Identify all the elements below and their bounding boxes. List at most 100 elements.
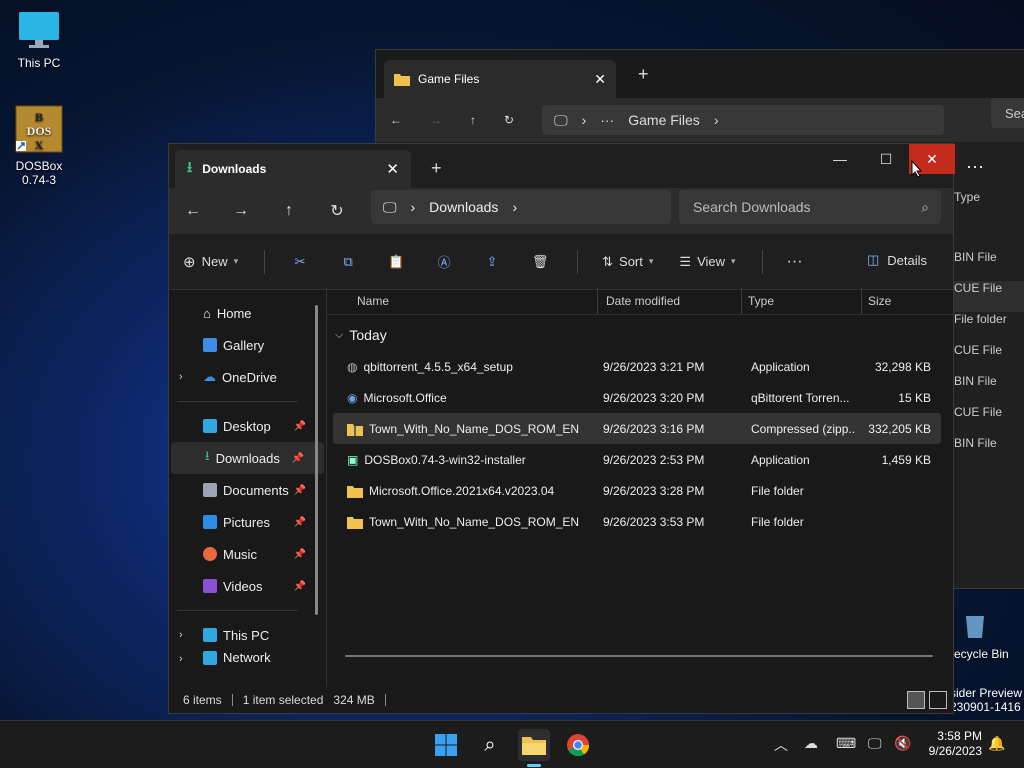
- view-button[interactable]: ☰ View ▾: [679, 254, 735, 270]
- table-row[interactable]: Microsoft.Office.2021x64.v2023.04 9/26/2…: [333, 475, 941, 506]
- explorer-window-downloads[interactable]: ⭳ Downloads ✕ + — ☐ ✕ ← → ↑ ↻ 🖵 › Downlo…: [168, 143, 955, 714]
- search-input[interactable]: Search Downloads ⌕: [679, 190, 941, 224]
- pin-icon[interactable]: 📌: [292, 453, 304, 464]
- column-header-type[interactable]: Type: [741, 287, 861, 314]
- more-options-icon[interactable]: ···: [966, 156, 984, 177]
- column-header-size[interactable]: Size: [861, 287, 941, 314]
- search-icon[interactable]: ⌕: [921, 199, 929, 216]
- refresh-icon[interactable]: ↻: [504, 113, 514, 127]
- more-icon[interactable]: ···: [600, 112, 614, 128]
- nav-item-home[interactable]: ⌂ Home: [169, 297, 326, 329]
- forward-icon[interactable]: →: [217, 202, 265, 220]
- clock-date: 9/26/2023: [928, 744, 982, 758]
- details-view-icon[interactable]: [907, 691, 925, 709]
- table-row[interactable]: ◉ Microsoft.Office 9/26/2023 3:20 PM qBit…: [333, 382, 941, 413]
- pin-icon[interactable]: 📌: [294, 485, 306, 496]
- desktop-icon-dosbox[interactable]: B DOS X DOSBox 0.74-3: [9, 105, 69, 187]
- volume-mute-icon[interactable]: 🔇: [894, 735, 911, 752]
- pin-icon[interactable]: 📌: [294, 517, 306, 528]
- recycle-bin-label: ecycle Bin: [954, 647, 1009, 661]
- address-bar[interactable]: 🖵 › ··· Game Files ›: [542, 105, 945, 135]
- chevron-right-icon[interactable]: ›: [179, 371, 183, 383]
- file-size: 32,298 KB: [874, 359, 931, 374]
- nav-label: This PC: [223, 627, 270, 643]
- chevron-right-icon: ›: [410, 199, 416, 215]
- start-button[interactable]: [430, 729, 462, 761]
- table-row[interactable]: Town_With_No_Name_DOS_ROM_EN 9/26/2023 3…: [333, 413, 941, 444]
- nav-item-downloads[interactable]: ⭳ Downloads 📌: [171, 442, 324, 474]
- search-placeholder: Search Downloads: [693, 199, 811, 215]
- more-options-icon[interactable]: ···: [787, 253, 803, 271]
- nav-item-pictures[interactable]: Pictures 📌: [169, 506, 326, 538]
- nav-item-music[interactable]: Music 📌: [169, 538, 326, 570]
- divider: [761, 249, 763, 274]
- table-row[interactable]: ◍ qbittorrent_4.5.5_x64_setup 9/26/2023 3…: [333, 351, 941, 382]
- address-bar[interactable]: 🖵 › Downloads ›: [371, 190, 671, 224]
- pin-icon[interactable]: 📌: [294, 549, 306, 560]
- group-header[interactable]: ⌵ Today: [327, 319, 953, 351]
- network-icon[interactable]: 🖵: [868, 735, 882, 752]
- column-header-name[interactable]: Name: [327, 294, 597, 308]
- nav-item-this-pc[interactable]: › This PC: [169, 619, 326, 651]
- table-row[interactable]: ▣ DOSBox0.74-3-win32-installer 9/26/2023 …: [333, 444, 941, 475]
- search-icon[interactable]: ⌕: [474, 729, 506, 761]
- scrollbar[interactable]: [315, 305, 318, 615]
- new-button[interactable]: ⊕ New ▾: [183, 253, 238, 271]
- file-type: File folder: [751, 483, 804, 498]
- file-explorer-taskbar-button[interactable]: [518, 729, 550, 767]
- rename-icon[interactable]: Ⓐ: [433, 252, 455, 271]
- up-icon[interactable]: ↑: [265, 202, 313, 220]
- chevron-up-icon[interactable]: ︿: [774, 735, 788, 755]
- share-icon[interactable]: ⇪: [481, 254, 503, 270]
- details-button[interactable]: ◫ Details: [867, 252, 927, 268]
- tab-bar: ⭳ Downloads ✕ + — ☐ ✕: [169, 144, 955, 188]
- table-row[interactable]: Town_With_No_Name_DOS_ROM_EN 9/26/2023 3…: [333, 506, 941, 537]
- nav-item-onedrive[interactable]: › ☁ OneDrive: [169, 361, 326, 393]
- new-label: New: [201, 254, 228, 269]
- sort-button[interactable]: ⇅ Sort ▾: [602, 254, 653, 270]
- nav-item-gallery[interactable]: Gallery: [169, 329, 326, 361]
- pin-icon[interactable]: 📌: [294, 421, 306, 432]
- new-tab-button[interactable]: +: [638, 64, 649, 85]
- onedrive-icon[interactable]: ☁: [804, 735, 818, 752]
- up-icon[interactable]: ↑: [470, 113, 476, 127]
- copy-icon[interactable]: ⧉: [337, 254, 359, 270]
- breadcrumb[interactable]: Downloads: [429, 199, 498, 215]
- notification-bell-icon[interactable]: 🔔: [988, 735, 1005, 752]
- file-type: Application: [751, 359, 810, 374]
- close-tab-icon[interactable]: ✕: [594, 71, 606, 88]
- column-header-date[interactable]: Date modified: [597, 287, 741, 314]
- breadcrumb[interactable]: Game Files: [628, 112, 700, 128]
- tab-downloads[interactable]: ⭳ Downloads ✕: [175, 150, 411, 188]
- chrome-taskbar-button[interactable]: [562, 729, 594, 761]
- nav-item-documents[interactable]: Documents 📌: [169, 474, 326, 506]
- pin-icon[interactable]: 📌: [294, 581, 306, 592]
- tab-game-files[interactable]: Game Files ✕: [384, 60, 616, 98]
- back-icon[interactable]: ←: [390, 113, 402, 127]
- back-icon[interactable]: ←: [169, 202, 217, 220]
- nav-item-network[interactable]: › Network: [169, 651, 326, 665]
- paste-icon[interactable]: 📋: [385, 254, 407, 270]
- refresh-icon[interactable]: ↻: [313, 201, 361, 221]
- new-tab-button[interactable]: +: [431, 158, 442, 179]
- forward-icon[interactable]: →: [430, 113, 442, 127]
- cut-icon[interactable]: ✂: [289, 254, 311, 270]
- chevron-right-icon[interactable]: ›: [179, 653, 183, 665]
- nav-item-videos[interactable]: Videos 📌: [169, 570, 326, 602]
- desktop-icon-label: DOSBox 0.74-3: [9, 159, 69, 187]
- maximize-button[interactable]: ☐: [863, 144, 909, 174]
- horizontal-scrollbar[interactable]: [345, 655, 933, 657]
- recycle-bin-icon[interactable]: [958, 612, 992, 640]
- keyboard-icon[interactable]: ⌨: [836, 735, 856, 752]
- desktop-icon-this-pc[interactable]: This PC: [9, 10, 69, 70]
- clock[interactable]: 3:58 PM 9/26/2023: [929, 729, 982, 759]
- close-tab-icon[interactable]: ✕: [386, 160, 399, 178]
- search-input[interactable]: Sea: [991, 98, 1024, 128]
- details-label: Details: [887, 252, 927, 268]
- tiles-view-icon[interactable]: [929, 691, 947, 709]
- minimize-button[interactable]: —: [817, 144, 863, 174]
- nav-item-desktop[interactable]: Desktop 📌: [169, 410, 326, 442]
- delete-icon[interactable]: 🗑: [529, 254, 551, 270]
- chevron-right-icon[interactable]: ›: [179, 629, 183, 641]
- download-icon: ⭳: [205, 448, 210, 463]
